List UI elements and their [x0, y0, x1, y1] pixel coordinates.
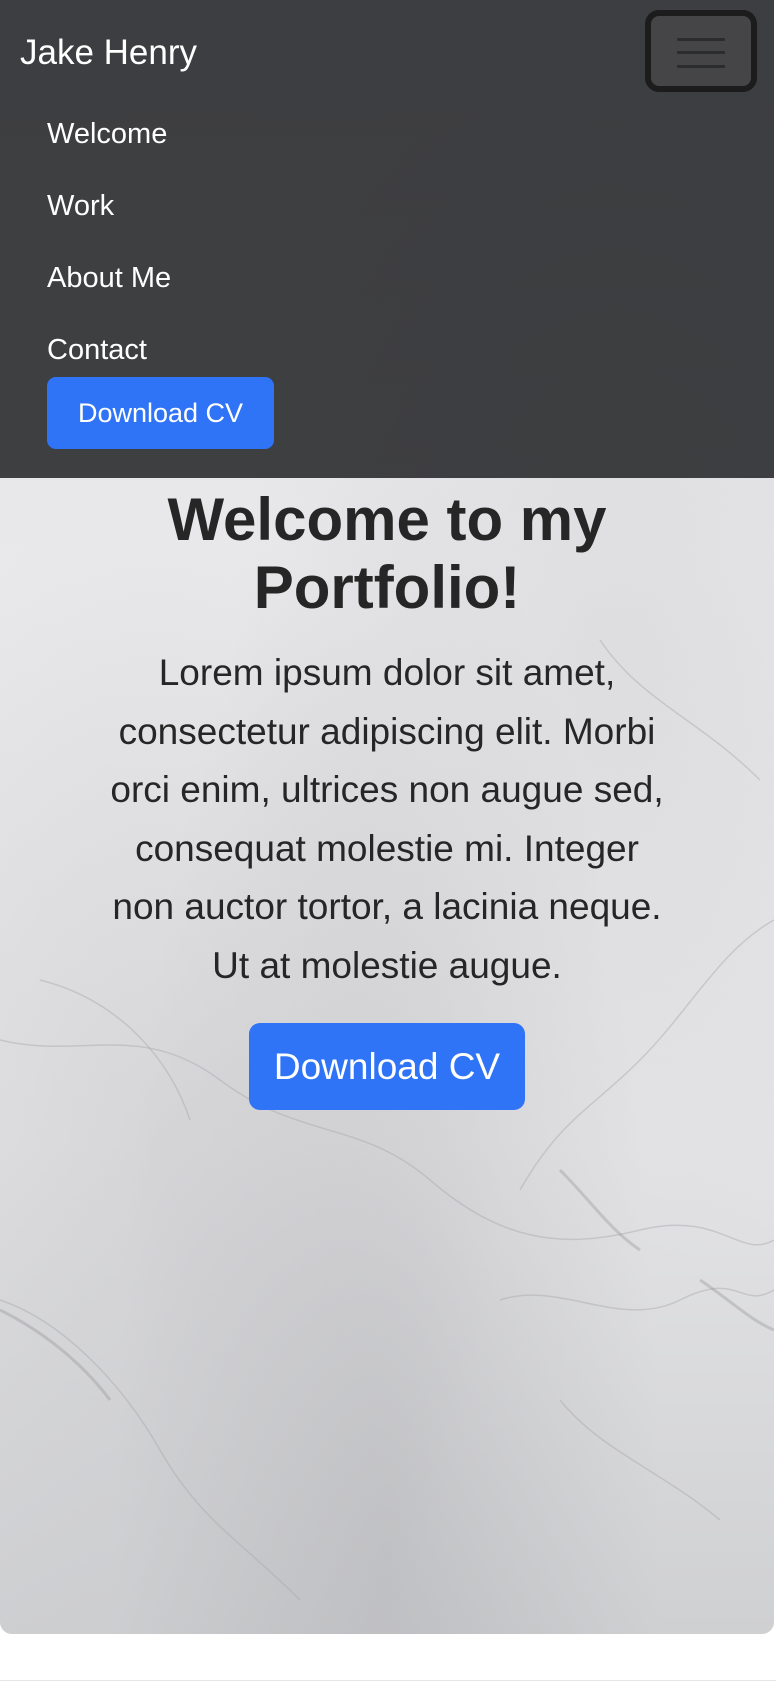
- page-bottom-divider: [0, 1680, 776, 1681]
- navbar: Jake Henry Welcome Work About Me Contact…: [0, 0, 774, 478]
- hero-description: Lorem ipsum dolor sit amet, consectetur …: [110, 652, 664, 986]
- nav-link-welcome[interactable]: Welcome: [47, 98, 171, 170]
- hero-title: Welcome to my Portfolio!: [167, 486, 607, 621]
- hero-content: Welcome to my Portfolio! Lorem ipsum dol…: [0, 478, 774, 1110]
- nav-menu: Welcome Work About Me Contact: [47, 98, 171, 386]
- navbar-toggler-button[interactable]: [645, 10, 757, 92]
- nav-link-work[interactable]: Work: [47, 170, 171, 242]
- hero-download-cv-button[interactable]: Download CV: [249, 1023, 525, 1110]
- nav-item-contact: Contact: [47, 314, 171, 386]
- hero-section: Jake Henry Welcome Work About Me Contact…: [0, 0, 774, 1634]
- hamburger-menu-icon: [677, 38, 725, 68]
- nav-item-work: Work: [47, 170, 171, 242]
- nav-link-about-me[interactable]: About Me: [47, 242, 171, 314]
- nav-download-cv-button[interactable]: Download CV: [47, 377, 274, 449]
- nav-link-contact[interactable]: Contact: [47, 314, 171, 386]
- nav-item-about-me: About Me: [47, 242, 171, 314]
- brand-name[interactable]: Jake Henry: [20, 30, 197, 76]
- page: Jake Henry Welcome Work About Me Contact…: [0, 0, 776, 1684]
- nav-item-welcome: Welcome: [47, 98, 171, 170]
